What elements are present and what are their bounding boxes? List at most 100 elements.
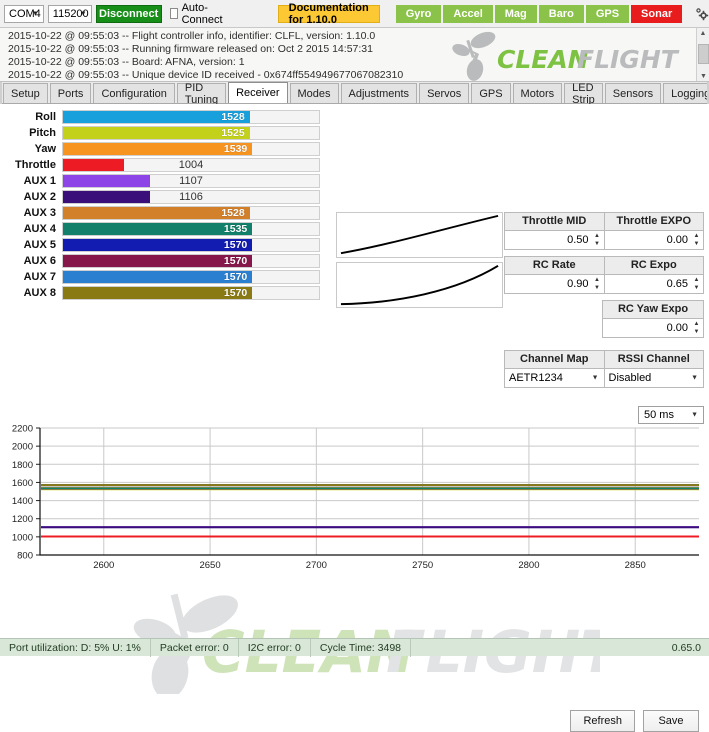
channel-bar: 1570 xyxy=(62,237,320,252)
channel-value: 1107 xyxy=(179,174,203,187)
channel-row: AUX 7 1570 xyxy=(0,269,330,284)
throttle-expo-stepper[interactable]: ▲ ▼ xyxy=(692,233,701,247)
svg-text:2750: 2750 xyxy=(412,560,433,571)
channel-label: Yaw xyxy=(34,142,56,155)
scroll-down-icon[interactable]: ▼ xyxy=(697,71,709,81)
channel-label: AUX 4 xyxy=(23,222,56,235)
action-buttons: Refresh Save xyxy=(570,710,699,732)
channel-row: AUX 4 1535 xyxy=(0,221,330,236)
throttle-expo-label: Throttle EXPO xyxy=(604,213,703,231)
auto-connect-checkbox[interactable] xyxy=(169,8,178,19)
channel-value: 1106 xyxy=(179,190,203,203)
svg-text:2200: 2200 xyxy=(12,424,33,435)
sensor-status-group: Gyro Accel Mag Baro GPS Sonar xyxy=(395,4,683,23)
throttle-expo-field: Throttle EXPO 0.00 ▲ ▼ xyxy=(603,213,703,249)
channel-row: AUX 2 1106 xyxy=(0,189,330,204)
status-bar: Port utilization: D: 5% U: 1% Packet err… xyxy=(0,638,709,657)
channel-row: AUX 5 1570 xyxy=(0,237,330,252)
svg-text:1400: 1400 xyxy=(12,496,33,507)
chevron-down-icon: ▼ xyxy=(591,374,599,382)
rc-rate-label: RC Rate xyxy=(505,257,604,275)
tab-setup[interactable]: Setup xyxy=(3,83,48,103)
tab-configuration[interactable]: Configuration xyxy=(93,83,175,103)
channel-map-select[interactable]: AETR1234 ▼ xyxy=(505,368,604,387)
channel-label: Throttle xyxy=(15,158,56,171)
rc-expo-stepper[interactable]: ▲ ▼ xyxy=(692,277,701,291)
rc-yaw-expo-group: RC Yaw Expo 0.00 ▲ ▼ xyxy=(602,300,704,338)
disconnect-button[interactable]: Disconnect xyxy=(95,4,162,23)
throttle-mid-field: Throttle MID 0.50 ▲ ▼ xyxy=(505,213,604,249)
channel-map-group: Channel Map AETR1234 ▼ RSSI Channel Disa… xyxy=(504,350,704,388)
sensor-mag: Mag xyxy=(494,4,537,23)
throttle-mid-stepper[interactable]: ▲ ▼ xyxy=(593,233,602,247)
rc-expo-field: RC Expo 0.65 ▲ ▼ xyxy=(603,257,703,293)
tab-led-strip[interactable]: LED Strip xyxy=(564,82,603,106)
rc-expo-value: 0.65 xyxy=(666,277,688,290)
tab-adjustments[interactable]: Adjustments xyxy=(340,83,418,103)
baudrate-select[interactable]: 115200 ▼ xyxy=(47,4,92,23)
chevron-down-icon: ▼ xyxy=(31,10,39,17)
throttle-settings-group: Throttle MID 0.50 ▲ ▼ Throttle EXPO 0.00 … xyxy=(504,212,704,250)
log-line: 2015-10-22 @ 09:55:03 -- Board: AFNA, ve… xyxy=(8,56,245,68)
tab-motors[interactable]: Motors xyxy=(512,83,563,103)
channel-map-field: Channel Map AETR1234 ▼ xyxy=(505,351,604,387)
channel-row: Roll 1528 xyxy=(0,109,330,124)
channel-bar: 1570 xyxy=(62,285,320,300)
rssi-channel-select[interactable]: Disabled ▼ xyxy=(604,368,703,387)
channel-label: AUX 5 xyxy=(23,238,56,251)
channel-row: Yaw 1539 xyxy=(0,141,330,156)
channel-label: AUX 2 xyxy=(23,190,56,203)
tab-ports[interactable]: Ports xyxy=(49,83,92,103)
scroll-up-icon[interactable]: ▲ xyxy=(697,28,709,39)
rc-expo-curve xyxy=(336,212,503,258)
tab-modes[interactable]: Modes xyxy=(289,83,339,103)
gear-icon[interactable] xyxy=(694,5,709,23)
rc-yaw-expo-input[interactable]: 0.00 ▲ ▼ xyxy=(603,318,703,337)
tab-servos[interactable]: Servos xyxy=(419,83,470,103)
channel-label: AUX 3 xyxy=(23,206,56,219)
channel-bar: 1528 xyxy=(62,109,320,124)
rc-rate-input[interactable]: 0.90 ▲ ▼ xyxy=(505,274,604,293)
channel-bar: 1525 xyxy=(62,125,320,140)
svg-text:2650: 2650 xyxy=(199,560,220,571)
sensor-accel: Accel xyxy=(443,4,493,23)
channel-bar: 1004 xyxy=(62,157,320,172)
rc-yaw-expo-stepper[interactable]: ▲ ▼ xyxy=(692,321,701,335)
rc-expo-input[interactable]: 0.65 ▲ ▼ xyxy=(604,274,703,293)
refresh-button[interactable]: Refresh xyxy=(570,710,635,732)
sensor-baro: Baro xyxy=(538,4,584,23)
log-scrollbar[interactable]: ▲ ▼ xyxy=(696,28,709,81)
throttle-expo-input[interactable]: 0.00 ▲ ▼ xyxy=(604,230,703,249)
channel-value: 1570 xyxy=(223,270,248,283)
channel-value: 1570 xyxy=(223,254,248,267)
port-select[interactable]: COM4 ▼ xyxy=(4,4,44,23)
log-line: 2015-10-22 @ 09:55:03 -- Unique device I… xyxy=(8,69,404,81)
rc-rate-stepper[interactable]: ▲ ▼ xyxy=(593,277,602,291)
tab-sensors[interactable]: Sensors xyxy=(604,83,662,103)
chevron-down-icon: ▼ xyxy=(79,10,87,17)
scrollbar-thumb[interactable] xyxy=(698,44,709,64)
port-utilization-status: Port utilization: D: 5% U: 1% xyxy=(0,638,151,657)
documentation-button[interactable]: Documentation for 1.10.0 xyxy=(277,2,380,26)
channel-bar: 1106 xyxy=(62,189,320,204)
throttle-mid-input[interactable]: 0.50 ▲ ▼ xyxy=(505,230,604,249)
channel-label: AUX 8 xyxy=(23,286,56,299)
channel-bar: 1570 xyxy=(62,253,320,268)
tab-pid-tuning[interactable]: PID Tuning xyxy=(176,82,227,106)
channel-label: Pitch xyxy=(29,126,56,139)
chevron-down-icon: ▼ xyxy=(691,411,698,419)
channel-value: 1528 xyxy=(221,206,245,219)
channel-label: AUX 7 xyxy=(23,270,56,283)
channel-row: AUX 1 1107 xyxy=(0,173,330,188)
auto-connect-control[interactable]: Auto-Connect xyxy=(169,2,226,26)
channel-value: 1004 xyxy=(178,158,204,171)
tab-gps[interactable]: GPS xyxy=(471,83,511,103)
tab-receiver[interactable]: Receiver xyxy=(228,82,288,103)
tab-logging[interactable]: Logging xyxy=(663,83,709,103)
channel-bar: 1570 xyxy=(62,269,320,284)
log-panel: CLEAN FLIGHT 2015-10-22 @ 09:55:03 -- Fl… xyxy=(0,28,709,82)
throttle-mid-value: 0.50 xyxy=(567,233,589,246)
channel-bar: 1539 xyxy=(62,141,320,156)
channel-label: AUX 1 xyxy=(23,174,56,187)
save-button[interactable]: Save xyxy=(643,710,699,732)
